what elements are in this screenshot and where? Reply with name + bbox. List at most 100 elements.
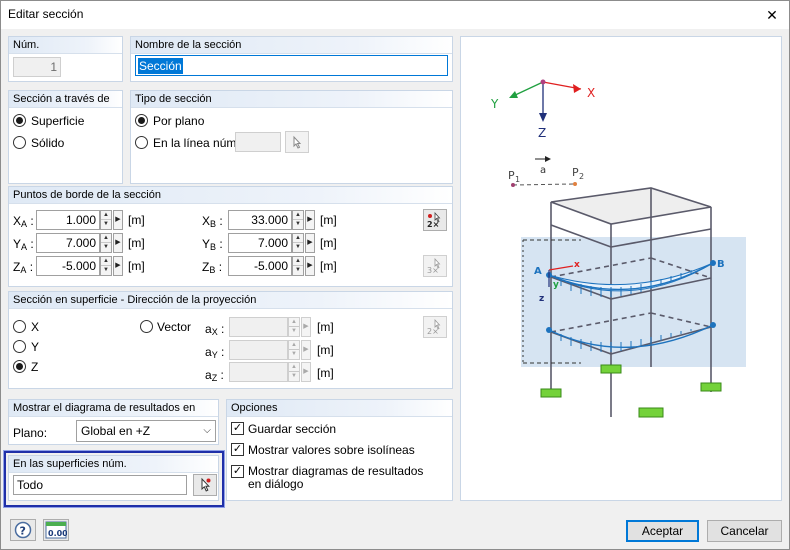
save-section-checkbox[interactable]: ✓ — [231, 422, 244, 435]
svg-text:2×: 2× — [427, 220, 439, 228]
xb-menu-button[interactable]: ▶ — [305, 210, 315, 230]
ya-spinner[interactable]: ▲ ▼ — [100, 233, 112, 253]
yb-unit: [m] — [320, 236, 337, 250]
show-diagrams-in-dialog-checkbox[interactable]: ✓ — [231, 465, 244, 478]
za-spinner[interactable]: ▲ ▼ — [100, 256, 112, 276]
section-through-label: Sección a través de — [13, 93, 110, 105]
radio-solid-label: Sólido — [31, 136, 65, 150]
radio-on-line[interactable] — [135, 136, 148, 149]
svg-text:y: y — [553, 280, 559, 290]
pick-vector-button[interactable]: 2× — [423, 316, 447, 338]
radio-on-line-label: En la línea núm.: — [153, 136, 244, 150]
az-menu-button: ▶ — [301, 362, 311, 382]
radio-by-plane[interactable] — [135, 114, 148, 127]
surfaces-input[interactable]: Todo — [13, 475, 187, 495]
pick-surfaces-button[interactable] — [193, 474, 217, 496]
ay-input — [229, 340, 288, 360]
num-group: Núm. 1 — [8, 36, 123, 82]
za-unit: [m] — [128, 259, 145, 273]
xa-spinner[interactable]: ▲ ▼ — [100, 210, 112, 230]
za-input[interactable]: -5.000 — [36, 256, 100, 276]
ay-spinner: ▲ ▼ — [288, 340, 300, 360]
name-group: Nombre de la sección Sección — [130, 36, 453, 82]
svg-text:0.00: 0.00 — [48, 529, 67, 538]
plane-label: Plano: — [13, 426, 48, 440]
ax-spinner: ▲ ▼ — [288, 317, 300, 337]
radio-by-plane-label: Por plano — [153, 114, 205, 128]
xa-label: XA : — [13, 214, 34, 229]
radio-projection-vector-label: Vector — [157, 320, 192, 334]
plane-select[interactable]: Global en +Z ⌵ — [76, 420, 216, 442]
edit-section-dialog: Editar sección ✕ Núm. 1 Nombre de la sec… — [0, 0, 790, 550]
radio-surface-label: Superficie — [31, 114, 85, 128]
help-button[interactable]: ? — [10, 519, 36, 541]
xb-spinner[interactable]: ▲ ▼ — [292, 210, 304, 230]
zb-menu-button[interactable]: ▶ — [305, 256, 315, 276]
svg-text:P: P — [572, 166, 579, 179]
radio-surface[interactable] — [13, 114, 26, 127]
radio-projection-z-label: Z — [31, 360, 39, 374]
svg-text:3×: 3× — [427, 266, 439, 274]
show-isoline-values-checkbox[interactable]: ✓ — [231, 443, 244, 456]
az-unit: [m] — [317, 366, 334, 380]
radio-projection-x[interactable] — [13, 320, 26, 333]
surfaces-group-label: En las superficies núm. — [13, 458, 127, 470]
close-icon[interactable]: ✕ — [755, 1, 789, 29]
section-points-icon: P 1 P 2 a — [508, 156, 584, 187]
ya-menu-button[interactable]: ▶ — [113, 233, 123, 253]
line-number-input — [235, 132, 281, 152]
plane-select-value: Global en +Z — [81, 424, 151, 438]
edge-points-group: Puntos de borde de la sección XA : 1.000… — [8, 186, 453, 287]
title-bar: Editar sección ✕ — [1, 1, 789, 29]
xa-menu-button[interactable]: ▶ — [113, 210, 123, 230]
radio-projection-x-label: X — [31, 320, 40, 334]
units-button[interactable]: 0.00 — [43, 519, 69, 541]
cancel-button[interactable]: Cancelar — [707, 520, 782, 542]
preview-panel: X Y Z P 1 P 2 a A B x z y — [460, 36, 782, 501]
options-group-label: Opciones — [231, 402, 278, 414]
ax-unit: [m] — [317, 320, 334, 334]
diagram-group: Mostrar el diagrama de resultados en Pla… — [8, 399, 219, 445]
section-type-label: Tipo de sección — [135, 93, 212, 105]
chevron-down-icon: ⌵ — [203, 425, 211, 436]
az-input — [229, 362, 288, 382]
zb-spinner[interactable]: ▲ ▼ — [292, 256, 304, 276]
svg-text:x: x — [574, 260, 580, 270]
section-name-input[interactable]: Sección — [135, 55, 448, 76]
svg-text:a: a — [540, 165, 546, 176]
yb-menu-button[interactable]: ▶ — [305, 233, 315, 253]
za-menu-button[interactable]: ▶ — [113, 256, 123, 276]
radio-solid[interactable] — [13, 136, 26, 149]
svg-text:B: B — [717, 259, 725, 270]
ok-button[interactable]: Aceptar — [626, 520, 699, 542]
xa-input[interactable]: 1.000 — [36, 210, 100, 230]
svg-text:A: A — [534, 266, 542, 277]
svg-text:?: ? — [20, 525, 26, 538]
ya-unit: [m] — [128, 236, 145, 250]
yb-input[interactable]: 7.000 — [228, 233, 292, 253]
az-spinner: ▲ ▼ — [288, 362, 300, 382]
yb-spinner[interactable]: ▲ ▼ — [292, 233, 304, 253]
svg-text:Z: Z — [538, 126, 546, 140]
pick-vector-icon: 2× — [427, 319, 441, 335]
show-diagrams-in-dialog-label: Mostrar diagramas de resultados en diálo… — [248, 464, 424, 491]
radio-projection-y[interactable] — [13, 340, 26, 353]
pick-cursor-icon — [293, 135, 302, 149]
zb-input[interactable]: -5.000 — [228, 256, 292, 276]
pick-points-button[interactable]: 2× — [423, 209, 447, 231]
pick-line-button[interactable] — [285, 131, 309, 153]
radio-projection-z[interactable] — [13, 360, 26, 373]
projection-label: Sección en superficie - Dirección de la … — [13, 294, 257, 306]
pick-two-points-icon: 2× — [427, 212, 441, 228]
radio-projection-vector[interactable] — [140, 320, 153, 333]
pick-three-points-button[interactable]: 3× — [423, 255, 447, 277]
section-name-selected-text: Sección — [138, 58, 183, 74]
surfaces-group: En las superficies núm. Todo — [8, 455, 219, 501]
ya-input[interactable]: 7.000 — [36, 233, 100, 253]
help-icon: ? — [14, 521, 32, 539]
ax-input — [229, 317, 288, 337]
xb-input[interactable]: 33.000 — [228, 210, 292, 230]
ay-unit: [m] — [317, 343, 334, 357]
svg-text:1: 1 — [515, 175, 520, 184]
support-icons — [540, 364, 722, 418]
